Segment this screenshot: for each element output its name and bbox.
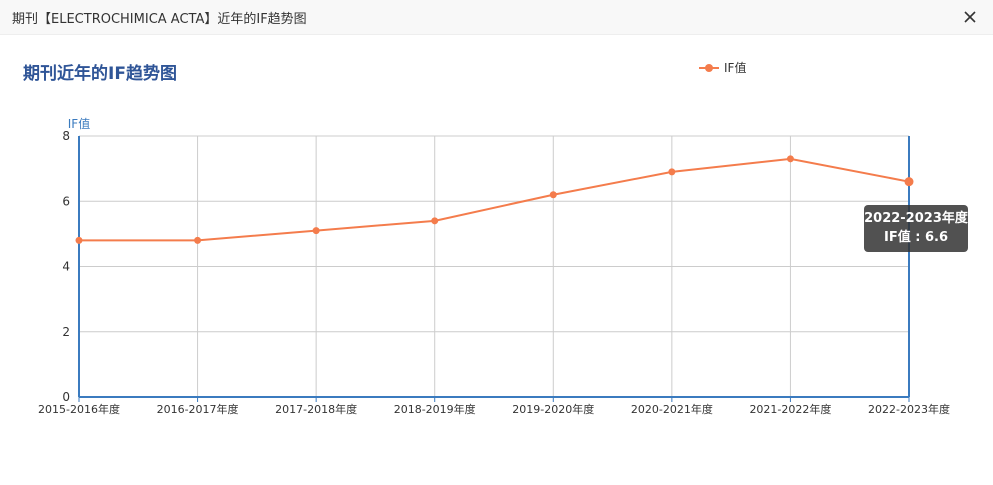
x-tick-label: 2021-2022年度 [749, 402, 831, 416]
data-point[interactable] [549, 191, 557, 199]
data-point[interactable] [431, 217, 439, 225]
x-tick-label: 2016-2017年度 [157, 402, 239, 416]
y-axis-label: IF值 [68, 116, 90, 131]
if-trend-chart: 0 2 4 6 8 2015-2016年度 2016-2017年度 2017-2018年度 20… [38, 60, 950, 416]
data-point[interactable] [75, 236, 83, 244]
x-tick-label: 2020-2021年度 [631, 402, 713, 416]
x-tick-label: 2022-2023年度 [868, 402, 950, 416]
tooltip-value: IF值 : 6.6 [884, 230, 948, 245]
y-tick-label: 8 [62, 129, 70, 143]
x-tick-label: 2019-2020年度 [512, 402, 594, 416]
data-point[interactable] [786, 155, 794, 163]
y-tick-label: 6 [62, 194, 70, 208]
y-tick-label: 2 [62, 325, 70, 339]
chart-tooltip: 2022-2023年度 IF值 : 6.6 [864, 205, 968, 252]
legend-label[interactable]: IF值 [724, 60, 746, 75]
tooltip-category: 2022-2023年度 [864, 211, 968, 226]
data-point[interactable] [312, 227, 320, 235]
x-tick-label: 2017-2018年度 [275, 402, 357, 416]
series-line [79, 157, 910, 242]
data-point[interactable] [194, 236, 202, 244]
data-point[interactable] [904, 177, 914, 187]
x-tick-label: 2018-2019年度 [394, 402, 476, 416]
x-tick-label: 2015-2016年度 [38, 402, 120, 416]
data-point[interactable] [668, 168, 676, 176]
y-tick-label: 4 [62, 260, 70, 274]
legend-marker-icon [705, 64, 713, 72]
y-tick-label: 0 [62, 390, 70, 404]
